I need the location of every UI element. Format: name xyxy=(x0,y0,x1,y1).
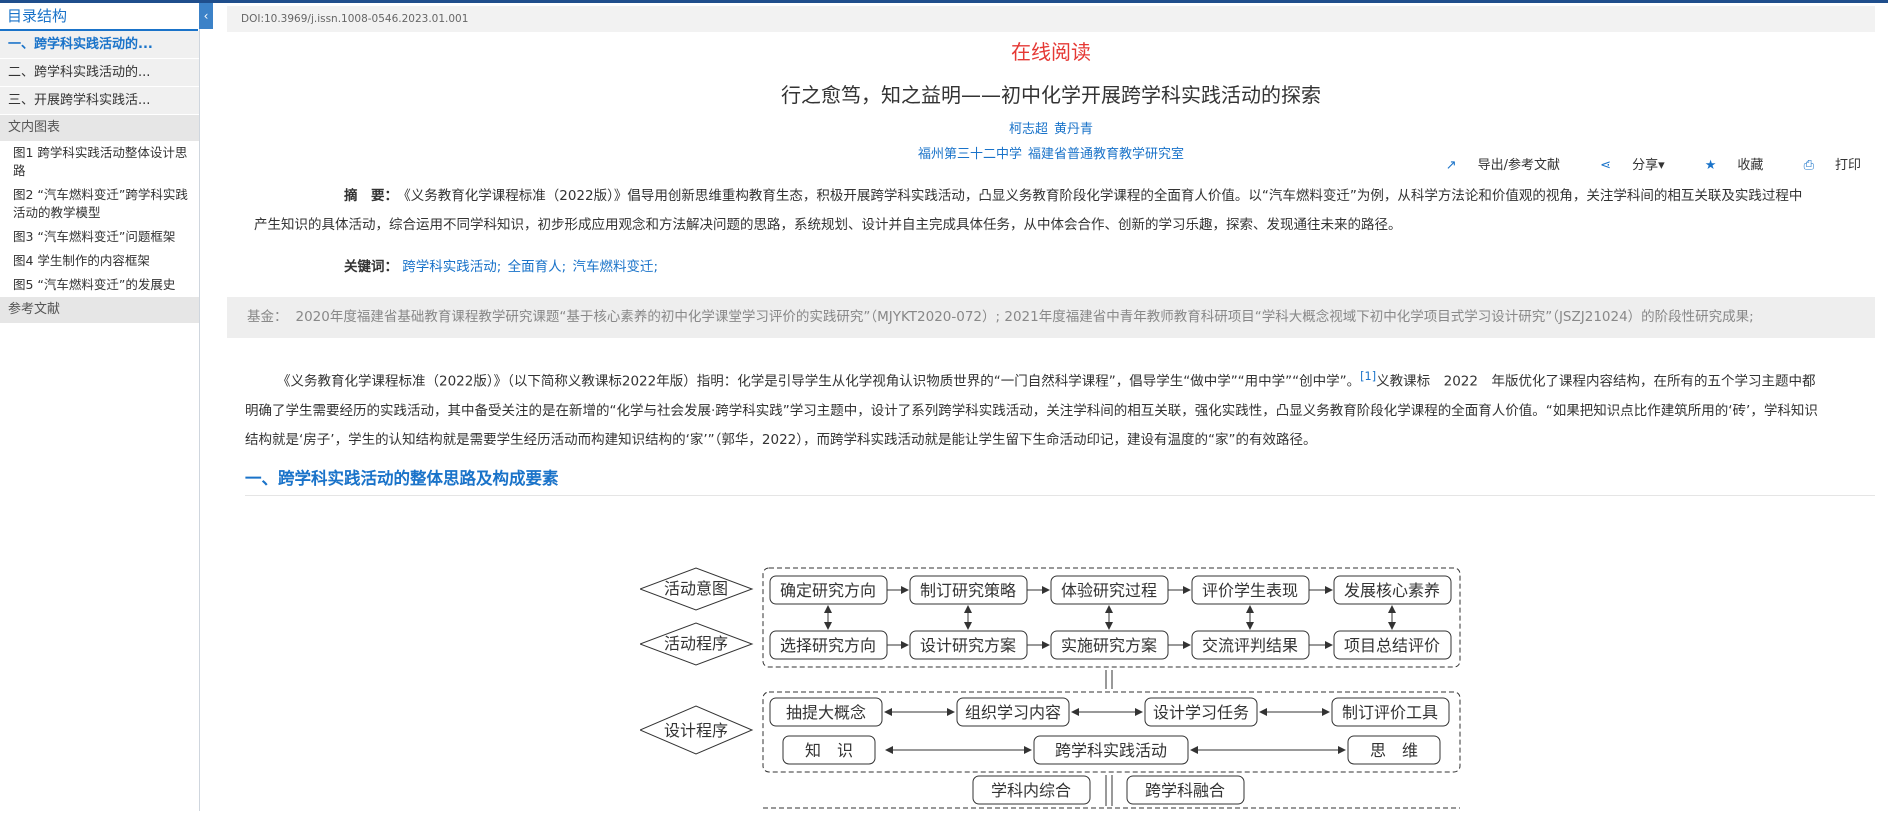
fund-info: 基金： 2020年度福建省基础教育课程教学研究课题“基于核心素养的初中化学课堂学习… xyxy=(227,297,1875,338)
abstract: 摘 要： 《义务教育化学课程标准（2022版）》倡导用创新思维重构教育生态，积极开… xyxy=(254,182,1805,240)
toc-item-1[interactable]: 一、跨学科实践活动的... xyxy=(0,31,199,59)
share-button[interactable]: ⋖ 分享▾ xyxy=(1582,158,1664,173)
print-button[interactable]: ⎙ 打印 xyxy=(1786,158,1861,173)
flow-box-label: 选择研究方向 xyxy=(780,636,876,655)
author-link[interactable]: 黄丹青 xyxy=(1054,122,1093,137)
fund-text: 2020年度福建省基础教育课程教学研究课题“基于核心素养的初中化学课堂学习评价的… xyxy=(295,309,1754,325)
flow-box-label: 体验研究过程 xyxy=(1061,581,1157,600)
figure-link-2[interactable]: 图2 “汽车燃料变迁”跨学科实践活动的教学模型 xyxy=(0,183,199,225)
figure-link-4[interactable]: 图4 学生制作的内容框架 xyxy=(0,249,199,273)
fund-label: 基金： xyxy=(247,309,288,325)
flow-box-label: 设计学习任务 xyxy=(1153,703,1249,722)
online-read-link[interactable]: 在线阅读 xyxy=(227,36,1875,65)
flow-box-label: 跨学科融合 xyxy=(1145,781,1225,800)
toc-title: 目录结构 xyxy=(0,3,198,31)
share-icon: ⋖ xyxy=(1600,158,1612,173)
article-title: 行之愈笃，知之益明——初中化学开展跨学科实践活动的探索 xyxy=(781,83,1321,107)
body-paragraph: 《义务教育化学课程标准（2022版）》（以下简称义教课标2022年版）指明：化学… xyxy=(245,370,1818,448)
figure-link-3[interactable]: 图3 “汽车燃料变迁”问题框架 xyxy=(0,225,199,249)
flow-box-label: 项目总结评价 xyxy=(1344,636,1440,655)
flow-box-label: 制订评价工具 xyxy=(1342,703,1438,722)
keyword-link[interactable]: 跨学科实践活动; xyxy=(402,259,501,275)
org-link[interactable]: 福州第三十二中学 xyxy=(918,147,1022,162)
flow-box-label: 评价学生表现 xyxy=(1202,581,1298,600)
printer-icon: ⎙ xyxy=(1803,158,1814,173)
flow-box-label: 学科内综合 xyxy=(991,781,1071,800)
keyword-link[interactable]: 全面育人; xyxy=(508,259,567,275)
keywords-label: 关键词： xyxy=(344,259,398,275)
flow-box-label: 交流评判结果 xyxy=(1202,636,1298,655)
toc-item-3[interactable]: 三、开展跨学科实践活... xyxy=(0,87,199,115)
top-accent-bar xyxy=(0,0,1888,3)
reference-link[interactable]: [1] xyxy=(1360,370,1376,383)
flow-box-label: 抽提大概念 xyxy=(786,703,866,722)
figure-1-diagram: 活动意图 活动程序 设计程序 确定研究方向 制订研究策略 体验研究过程 评价学生… xyxy=(638,562,1465,811)
flow-box-label: 确定研究方向 xyxy=(780,581,876,600)
doi-bar: DOI:10.3969/j.issn.1008-0546.2023.01.001 xyxy=(227,6,1875,32)
references-head[interactable]: 参考文献 xyxy=(0,297,199,323)
author-link[interactable]: 柯志超 xyxy=(1009,122,1048,137)
export-icon: ↗ xyxy=(1445,158,1457,173)
flow-box-label: 制订研究策略 xyxy=(920,581,1016,600)
collapse-sidebar-button[interactable]: ‹ xyxy=(199,3,213,29)
article-main: DOI:10.3969/j.issn.1008-0546.2023.01.001… xyxy=(227,6,1875,496)
favorite-button[interactable]: ★ 收藏 xyxy=(1687,158,1764,173)
flow-box-label: 跨学科实践活动 xyxy=(1055,741,1167,760)
flow-box-label: 组织学习内容 xyxy=(965,703,1061,722)
authors: 柯志超 黄丹青 xyxy=(227,118,1875,137)
flow-box-label: 设计研究方案 xyxy=(920,636,1016,655)
section-heading-1: 一、跨学科实践活动的整体思路及构成要素 xyxy=(245,465,1875,496)
figure-link-1[interactable]: 图1 跨学科实践活动整体设计思路 xyxy=(0,141,199,183)
diamond-label: 设计程序 xyxy=(664,721,728,740)
keywords: 关键词： 跨学科实践活动; 全面育人; 汽车燃料变迁; xyxy=(344,255,1875,275)
diamond-label: 活动意图 xyxy=(664,579,728,598)
flow-box-label: 实施研究方案 xyxy=(1061,636,1157,655)
diamond-label: 活动程序 xyxy=(664,634,728,653)
article-toolbar: ↗ 导出/参考文献 ⋖ 分享▾ ★ 收藏 ⎙ 打印 xyxy=(1410,154,1861,173)
org-link[interactable]: 福建省普通教育教学研究室 xyxy=(1028,147,1184,162)
vertical-arrows xyxy=(824,605,1396,630)
export-button[interactable]: ↗ 导出/参考文献 xyxy=(1428,158,1560,173)
abstract-text: 《义务教育化学课程标准（2022版）》倡导用创新思维重构教育生态，积极开展跨学科… xyxy=(254,188,1803,233)
flow-box-label: 思 维 xyxy=(1370,741,1418,760)
figures-head[interactable]: 文内图表 xyxy=(0,115,199,141)
toc-sidebar: 目录结构 一、跨学科实践活动的... 二、跨学科实践活动的... 三、开展跨学科… xyxy=(0,3,200,811)
flow-box-label: 知 识 xyxy=(805,741,853,760)
keyword-link[interactable]: 汽车燃料变迁; xyxy=(573,259,659,275)
abstract-label: 摘 要： xyxy=(344,188,398,204)
flow-box-label: 发展核心素养 xyxy=(1344,581,1440,600)
figure-link-5[interactable]: 图5 “汽车燃料变迁”的发展史 xyxy=(0,273,199,297)
toc-item-2[interactable]: 二、跨学科实践活动的... xyxy=(0,59,199,87)
star-icon: ★ xyxy=(1704,158,1717,173)
